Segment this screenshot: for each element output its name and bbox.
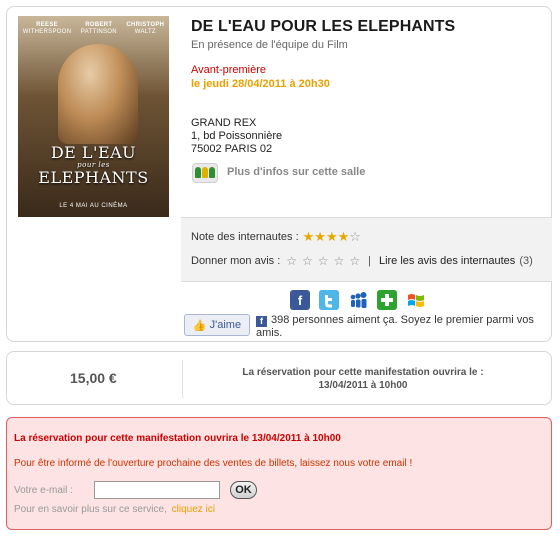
star-rate-3-icon[interactable]: ☆	[318, 254, 329, 268]
ok-button[interactable]: OK	[230, 481, 257, 499]
give-opinion-label: Donner mon avis :	[191, 255, 281, 267]
venue-street: 1, bd Poissonnière	[191, 130, 283, 142]
booking-opening-note: La réservation pour cette manifestation …	[242, 367, 484, 391]
poster-cast-name: CHRISTOPH WALTZ	[126, 22, 165, 35]
email-label: Votre e-mail :	[14, 484, 73, 496]
more-info-label: Plus d'infos sur cette salle	[227, 166, 366, 178]
price-card: 15,00 € La réservation pour cette manife…	[6, 351, 552, 405]
thumbs-up-icon: 👍	[192, 319, 207, 332]
like-count-text: f 398 personnes aiment ça. Soyez le premi…	[256, 314, 534, 339]
divider	[182, 360, 183, 398]
social-share-bar: f	[290, 290, 426, 310]
email-form: Votre e-mail : OK	[14, 481, 257, 499]
event-title: DE L'EAU POUR LES ELEPHANTS	[191, 18, 456, 35]
ticket-price: 15,00 €	[70, 370, 117, 386]
poster-cast-name: ROBERT PATTINSON	[80, 22, 117, 35]
poster-title: DE L'EAU pour les ELEPHANTS	[38, 143, 149, 187]
poster-artwork	[58, 44, 138, 144]
star-full-icon: ★	[302, 229, 315, 244]
review-count: (3)	[519, 255, 533, 267]
learn-more-link[interactable]: cliquez ici	[172, 504, 215, 515]
poster-release: LE 4 MAI AU CINÉMA	[59, 203, 128, 209]
poster-cast-name: REESE WITHERSPOON	[22, 22, 72, 35]
opinion-stars: ☆ ☆ ☆ ☆ ☆	[286, 254, 360, 268]
event-subtitle: En présence de l'équipe du Film	[191, 39, 348, 51]
read-reviews-link[interactable]: Lire les avis des internautes	[379, 255, 515, 267]
like-label: J'aime	[209, 319, 242, 331]
star-rate-4-icon[interactable]: ☆	[334, 254, 345, 268]
rating-stars: ★ ★ ★ ★ ☆	[303, 230, 361, 243]
star-empty-icon: ☆	[349, 229, 361, 244]
event-card: REESE WITHERSPOON ROBERT PATTINSON CHRISTO…	[6, 6, 552, 342]
alert-info: Pour être informé de l'ouverture prochai…	[14, 458, 413, 469]
myspace-icon[interactable]	[348, 290, 368, 310]
plus-icon[interactable]	[377, 290, 397, 310]
poster-cast: REESE WITHERSPOON ROBERT PATTINSON CHRISTO…	[18, 22, 169, 36]
separator: |	[368, 255, 371, 267]
star-full-icon: ★	[325, 229, 338, 244]
rating-panel: Note des internautes : ★ ★ ★ ★ ☆ Donner …	[181, 217, 552, 282]
venue-name: GRAND REX	[191, 117, 257, 129]
star-full-icon: ★	[314, 229, 326, 244]
email-field[interactable]	[94, 481, 220, 499]
cinema-seats-icon	[191, 161, 219, 183]
facebook-icon[interactable]: f	[290, 290, 310, 310]
give-opinion-row: Donner mon avis : ☆ ☆ ☆ ☆ ☆ | Lire les a…	[191, 254, 533, 268]
learn-more-text: Pour en savoir plus sur ce service, cliq…	[14, 504, 215, 515]
user-rating-row: Note des internautes : ★ ★ ★ ★ ☆	[191, 230, 361, 243]
star-rate-2-icon[interactable]: ☆	[302, 254, 313, 268]
alert-title: La réservation pour cette manifestation …	[14, 433, 341, 444]
event-date: le jeudi 28/04/2011 à 20h30	[191, 78, 330, 90]
email-alert-box: La réservation pour cette manifestation …	[6, 417, 552, 530]
rating-label: Note des internautes :	[191, 230, 299, 243]
event-preview: Avant-première	[191, 64, 266, 76]
windows-live-icon[interactable]	[406, 290, 426, 310]
movie-poster[interactable]: REESE WITHERSPOON ROBERT PATTINSON CHRISTO…	[18, 16, 169, 217]
star-full-icon: ★	[337, 229, 350, 244]
facebook-like-button[interactable]: 👍 J'aime	[184, 314, 250, 336]
star-rate-5-icon[interactable]: ☆	[349, 254, 360, 268]
more-info-link[interactable]: Plus d'infos sur cette salle	[191, 161, 365, 183]
venue-city: 75002 PARIS 02	[191, 143, 273, 155]
star-rate-1-icon[interactable]: ☆	[286, 254, 297, 268]
facebook-mini-icon: f	[256, 316, 267, 327]
twitter-icon[interactable]	[319, 290, 339, 310]
venue-address: GRAND REX 1, bd Poissonnière 75002 PARIS…	[191, 117, 282, 156]
